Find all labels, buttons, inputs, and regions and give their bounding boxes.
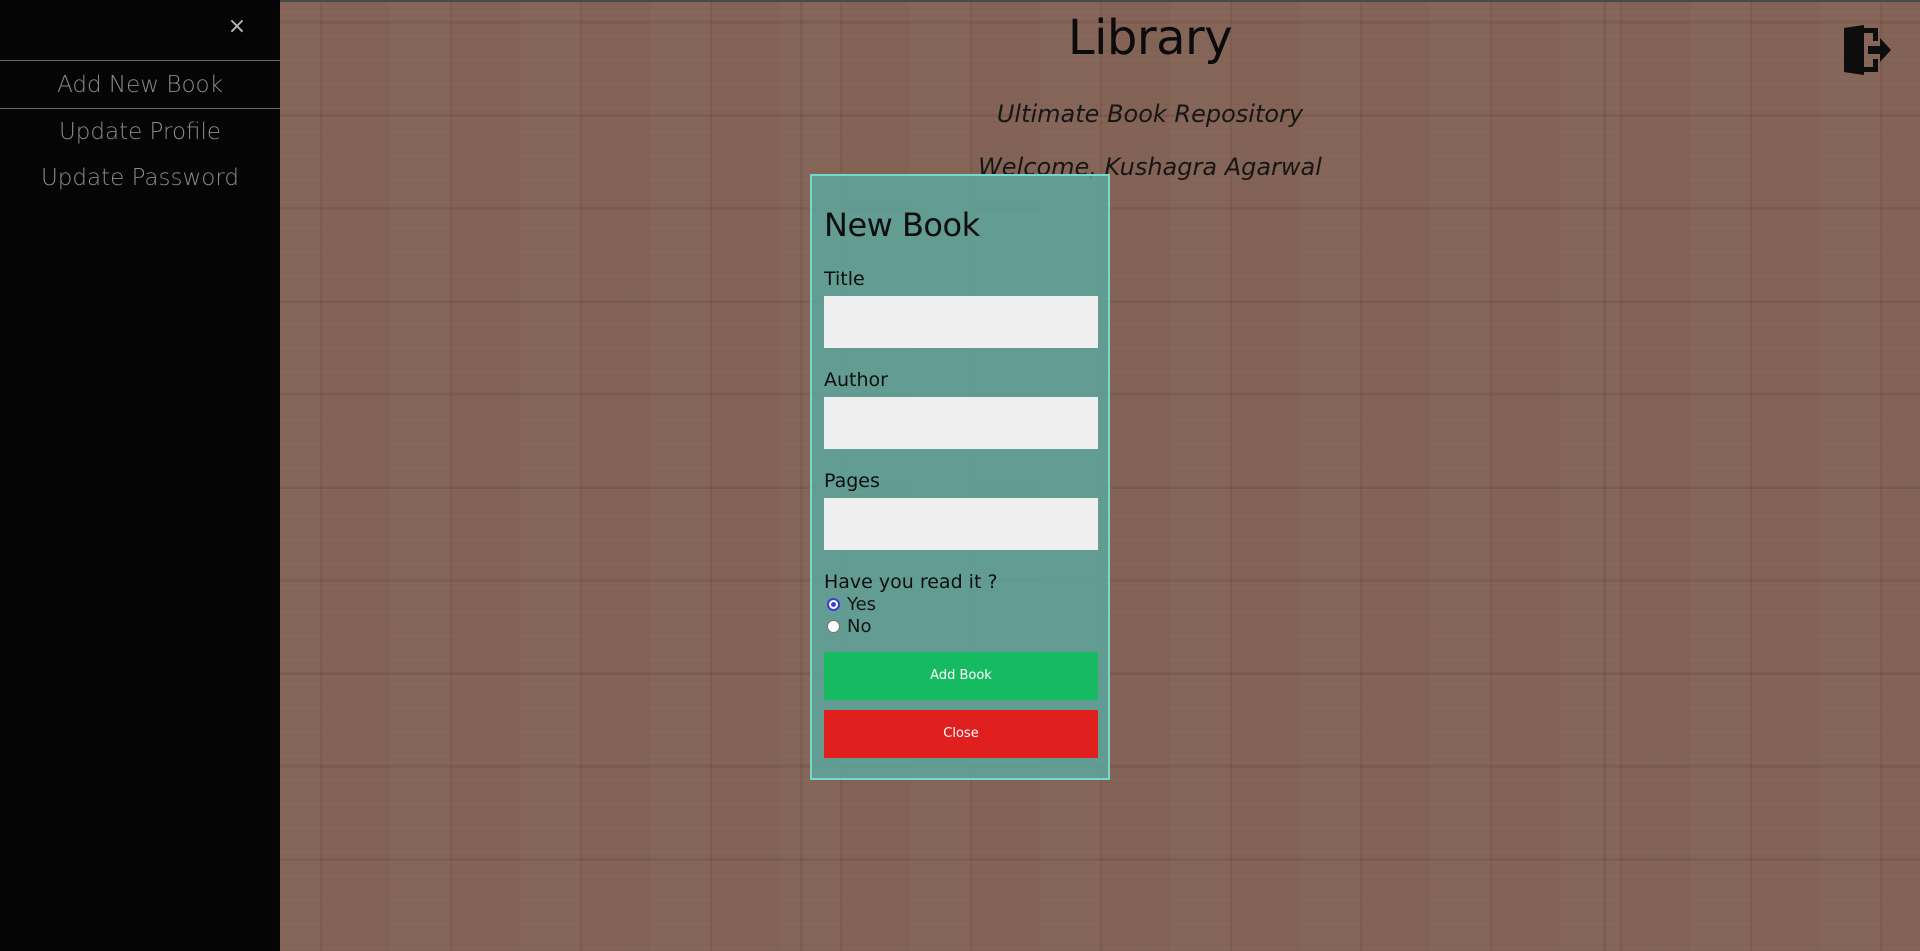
radio-no-label: No xyxy=(847,615,872,637)
title-input[interactable] xyxy=(824,296,1098,348)
radio-no-button[interactable] xyxy=(827,619,840,633)
new-book-modal: New Book Title Author Pages Have you rea… xyxy=(810,174,1110,780)
sidebar: × Add New Book Update Profile Update Pas… xyxy=(0,0,280,951)
modal-title: New Book xyxy=(824,206,980,244)
title-label: Title xyxy=(824,268,865,290)
pages-label: Pages xyxy=(824,470,880,492)
logout-icon[interactable] xyxy=(1840,24,1892,76)
sidebar-item-update-password[interactable]: Update Password xyxy=(0,161,280,195)
close-icon[interactable]: × xyxy=(226,16,248,38)
radio-yes-label: Yes xyxy=(847,593,877,615)
add-book-button[interactable]: Add Book xyxy=(824,652,1098,700)
pages-input[interactable] xyxy=(824,498,1098,550)
author-label: Author xyxy=(824,369,888,391)
radio-no[interactable]: No xyxy=(824,615,872,637)
read-question-label: Have you read it ? xyxy=(824,571,998,593)
sidebar-item-add-new-book[interactable]: Add New Book xyxy=(0,61,280,109)
page-subtitle: Ultimate Book Repository xyxy=(996,100,1304,128)
top-border xyxy=(0,0,1920,2)
sidebar-item-update-profile[interactable]: Update Profile xyxy=(0,115,280,149)
author-input[interactable] xyxy=(824,397,1098,449)
radio-yes-button[interactable] xyxy=(827,597,840,611)
page-title: Library xyxy=(1067,10,1233,66)
close-modal-button[interactable]: Close xyxy=(824,710,1098,758)
radio-yes[interactable]: Yes xyxy=(824,593,877,615)
